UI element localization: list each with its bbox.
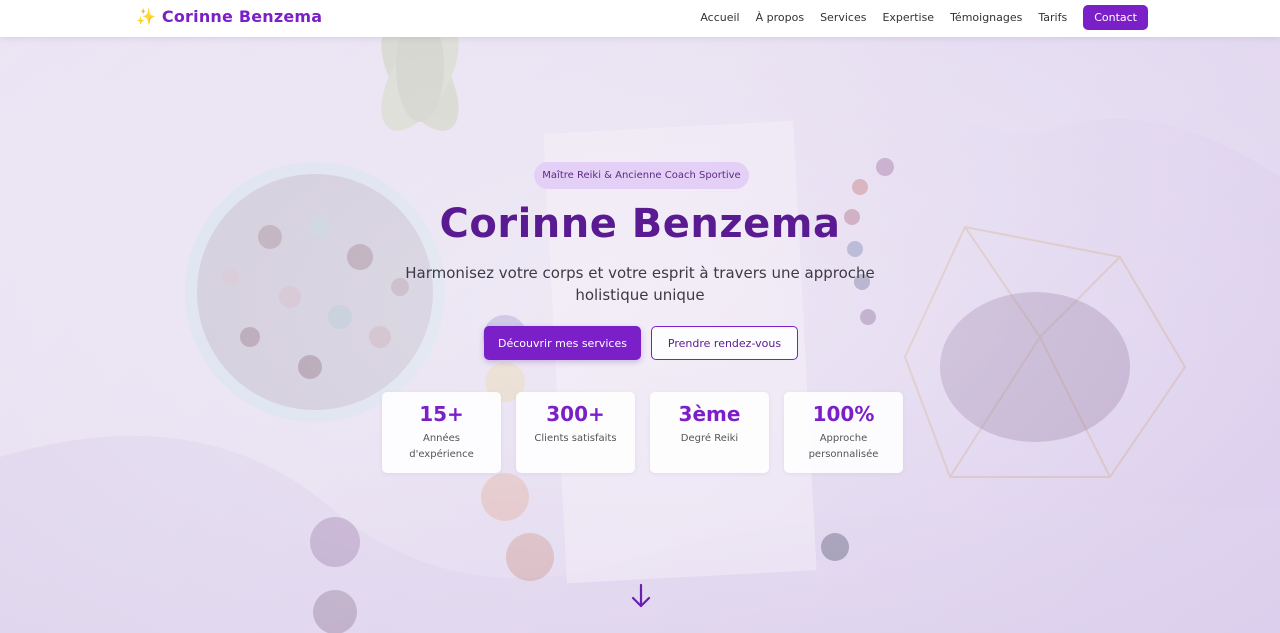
stat-value: 100% (812, 402, 875, 426)
stat-value: 3ème (678, 402, 741, 426)
stat-label: Approche personnalisée (808, 433, 879, 460)
title-badge: Maître Reiki & Ancienne Coach Sportive (534, 162, 749, 189)
stat-value: 15+ (419, 402, 464, 426)
brand-name: Corinne Benzema (161, 7, 323, 26)
stat-card: 15+ Années d'expérience (382, 392, 501, 473)
stat-label: Années d'expérience (409, 433, 474, 460)
hero-section: Maître Reiki & Ancienne Coach Sportive C… (0, 37, 1280, 633)
nav-link-services[interactable]: Services (820, 11, 866, 24)
hero-title: Corinne Benzema (439, 201, 841, 247)
discover-services-button[interactable]: Découvrir mes services (484, 326, 641, 360)
nav-link-a-propos[interactable]: À propos (756, 11, 804, 24)
stat-label: Clients satisfaits (534, 433, 617, 444)
brand[interactable]: ✨ Corinne Benzema (136, 7, 322, 26)
site-header: ✨ Corinne Benzema Accueil À propos Servi… (0, 0, 1280, 37)
contact-button[interactable]: Contact (1083, 5, 1148, 30)
stat-card: 3ème Degré Reiki (650, 392, 769, 473)
nav-link-expertise[interactable]: Expertise (882, 11, 934, 24)
stats-row: 15+ Années d'expérience 300+ Clients sat… (382, 392, 903, 473)
stat-label: Degré Reiki (680, 433, 739, 444)
arrow-down-icon[interactable] (630, 582, 652, 610)
main-nav: Accueil À propos Services Expertise Témo… (700, 5, 1148, 30)
nav-link-accueil[interactable]: Accueil (700, 11, 739, 24)
stat-value: 300+ (546, 402, 605, 426)
book-appointment-button[interactable]: Prendre rendez-vous (651, 326, 798, 360)
sparkles-icon: ✨ (136, 6, 156, 26)
stat-card: 100% Approche personnalisée (784, 392, 903, 473)
hero-subtitle: Harmonisez votre corps et votre esprit à… (405, 264, 875, 304)
nav-link-tarifs[interactable]: Tarifs (1038, 11, 1067, 24)
nav-link-temoignages[interactable]: Témoignages (950, 11, 1022, 24)
stat-card: 300+ Clients satisfaits (516, 392, 635, 473)
